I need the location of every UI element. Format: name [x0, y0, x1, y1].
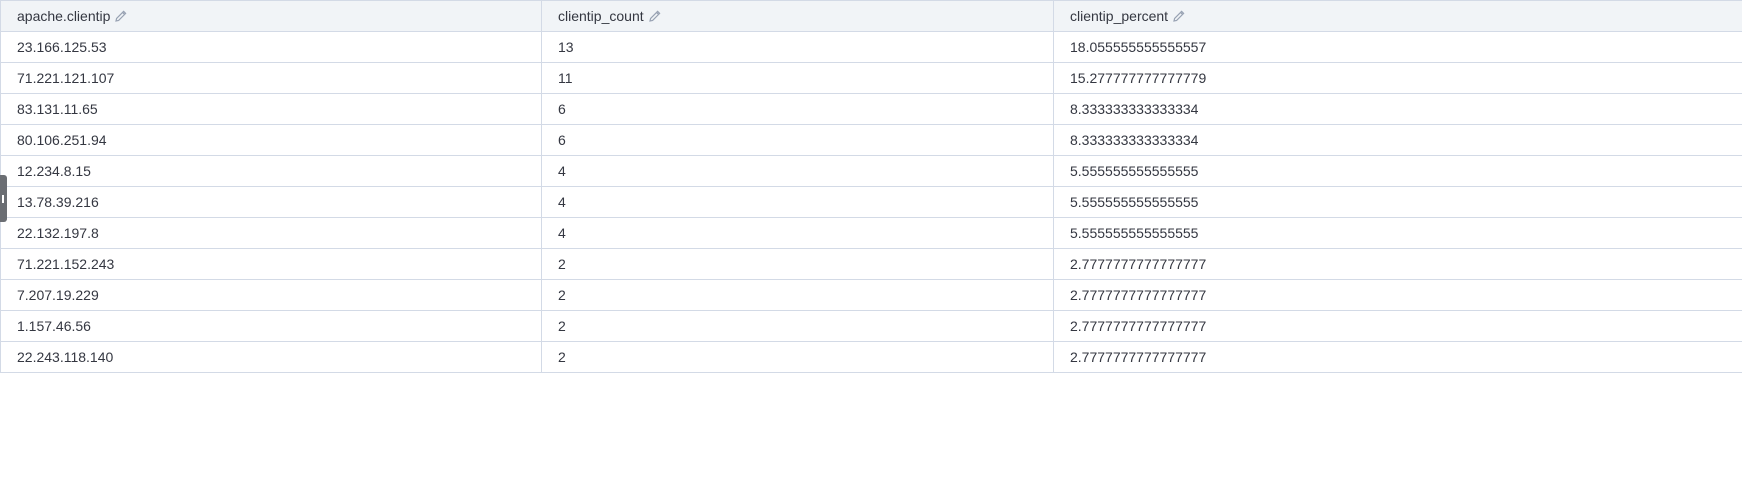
cell-percent: 2.7777777777777777: [1053, 310, 1742, 342]
table-body: 23.166.125.53 13 18.055555555555557 71.2…: [0, 31, 1742, 373]
results-panel: apache.clientip clientip_count clientip_…: [0, 0, 1742, 496]
table-row: 71.221.152.243 2 2.7777777777777777: [0, 248, 1742, 280]
cell-clientip: 71.221.121.107: [0, 62, 542, 94]
table-row: 83.131.11.65 6 8.333333333333334: [0, 93, 1742, 125]
cell-percent: 5.555555555555555: [1053, 186, 1742, 218]
cell-clientip: 22.132.197.8: [0, 217, 542, 249]
pencil-icon[interactable]: [1172, 9, 1186, 23]
cell-percent: 15.277777777777779: [1053, 62, 1742, 94]
cell-clientip: 83.131.11.65: [0, 93, 542, 125]
cell-percent: 5.555555555555555: [1053, 217, 1742, 249]
panel-resize-handle[interactable]: [0, 175, 7, 222]
pencil-icon[interactable]: [648, 9, 662, 23]
cell-count: 4: [541, 155, 1054, 187]
pencil-icon[interactable]: [114, 9, 128, 23]
cell-clientip: 71.221.152.243: [0, 248, 542, 280]
cell-count: 6: [541, 93, 1054, 125]
table-row: 71.221.121.107 11 15.277777777777779: [0, 62, 1742, 94]
table-row: 7.207.19.229 2 2.7777777777777777: [0, 279, 1742, 311]
table-row: 22.132.197.8 4 5.555555555555555: [0, 217, 1742, 249]
cell-clientip: 7.207.19.229: [0, 279, 542, 311]
cell-percent: 18.055555555555557: [1053, 31, 1742, 63]
table-row: 13.78.39.216 4 5.555555555555555: [0, 186, 1742, 218]
cell-clientip: 80.106.251.94: [0, 124, 542, 156]
table-row: 80.106.251.94 6 8.333333333333334: [0, 124, 1742, 156]
column-header-label: clientip_count: [558, 8, 644, 24]
column-header-clientip[interactable]: apache.clientip: [0, 0, 542, 32]
table-row: 23.166.125.53 13 18.055555555555557: [0, 31, 1742, 63]
cell-count: 2: [541, 341, 1054, 373]
cell-count: 2: [541, 310, 1054, 342]
cell-count: 2: [541, 279, 1054, 311]
cell-count: 2: [541, 248, 1054, 280]
table-header: apache.clientip clientip_count clientip_…: [0, 0, 1742, 32]
cell-clientip: 22.243.118.140: [0, 341, 542, 373]
cell-count: 11: [541, 62, 1054, 94]
cell-count: 13: [541, 31, 1054, 63]
cell-percent: 2.7777777777777777: [1053, 248, 1742, 280]
cell-percent: 8.333333333333334: [1053, 93, 1742, 125]
cell-clientip: 23.166.125.53: [0, 31, 542, 63]
table-row: 1.157.46.56 2 2.7777777777777777: [0, 310, 1742, 342]
table-row: 12.234.8.15 4 5.555555555555555: [0, 155, 1742, 187]
cell-count: 4: [541, 217, 1054, 249]
cell-clientip: 13.78.39.216: [0, 186, 542, 218]
results-table: apache.clientip clientip_count clientip_…: [0, 0, 1742, 373]
table-row: 22.243.118.140 2 2.7777777777777777: [0, 341, 1742, 373]
column-header-label: clientip_percent: [1070, 8, 1169, 24]
cell-count: 6: [541, 124, 1054, 156]
cell-percent: 2.7777777777777777: [1053, 279, 1742, 311]
cell-clientip: 1.157.46.56: [0, 310, 542, 342]
cell-percent: 8.333333333333334: [1053, 124, 1742, 156]
header-row: apache.clientip clientip_count clientip_…: [0, 0, 1742, 32]
column-header-percent[interactable]: clientip_percent: [1053, 0, 1742, 32]
column-header-count[interactable]: clientip_count: [541, 0, 1054, 32]
cell-count: 4: [541, 186, 1054, 218]
cell-clientip: 12.234.8.15: [0, 155, 542, 187]
cell-percent: 5.555555555555555: [1053, 155, 1742, 187]
column-header-label: apache.clientip: [17, 8, 111, 24]
cell-percent: 2.7777777777777777: [1053, 341, 1742, 373]
